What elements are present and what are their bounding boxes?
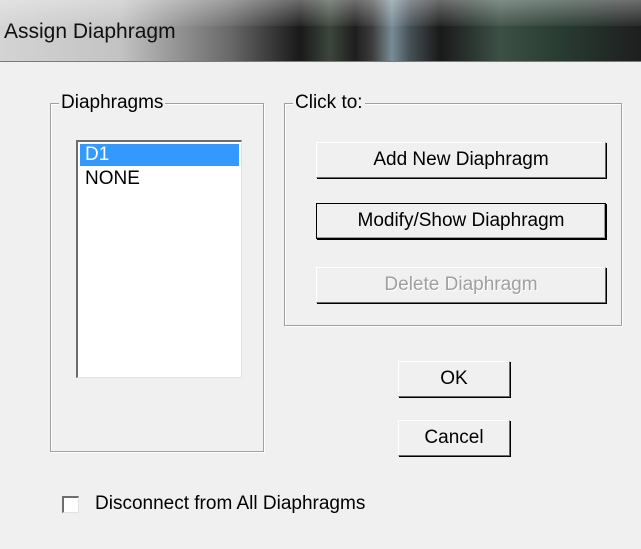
delete-diaphragm-button: Delete Diaphragm <box>316 267 606 303</box>
diaphragms-group-label: Diaphragms <box>59 92 166 113</box>
add-new-diaphragm-button[interactable]: Add New Diaphragm <box>316 142 606 178</box>
title-bar[interactable]: Assign Diaphragm <box>0 0 641 62</box>
list-item-none[interactable]: NONE <box>80 168 239 190</box>
click-to-group-label: Click to: <box>293 92 365 113</box>
disconnect-checkbox-row[interactable]: Disconnect from All Diaphragms <box>62 493 365 515</box>
disconnect-checkbox-label[interactable]: Disconnect from All Diaphragms <box>95 493 365 515</box>
list-item-d1[interactable]: D1 <box>80 144 239 166</box>
cancel-button[interactable]: Cancel <box>398 420 510 456</box>
ok-button[interactable]: OK <box>398 361 510 397</box>
diaphragms-listbox[interactable]: D1 NONE <box>76 140 242 378</box>
modify-show-diaphragm-button[interactable]: Modify/Show Diaphragm <box>316 203 606 239</box>
window-title: Assign Diaphragm <box>4 20 176 43</box>
disconnect-checkbox[interactable] <box>62 495 79 513</box>
assign-diaphragm-dialog: Assign Diaphragm Diaphragms D1 NONE Clic… <box>0 0 641 549</box>
